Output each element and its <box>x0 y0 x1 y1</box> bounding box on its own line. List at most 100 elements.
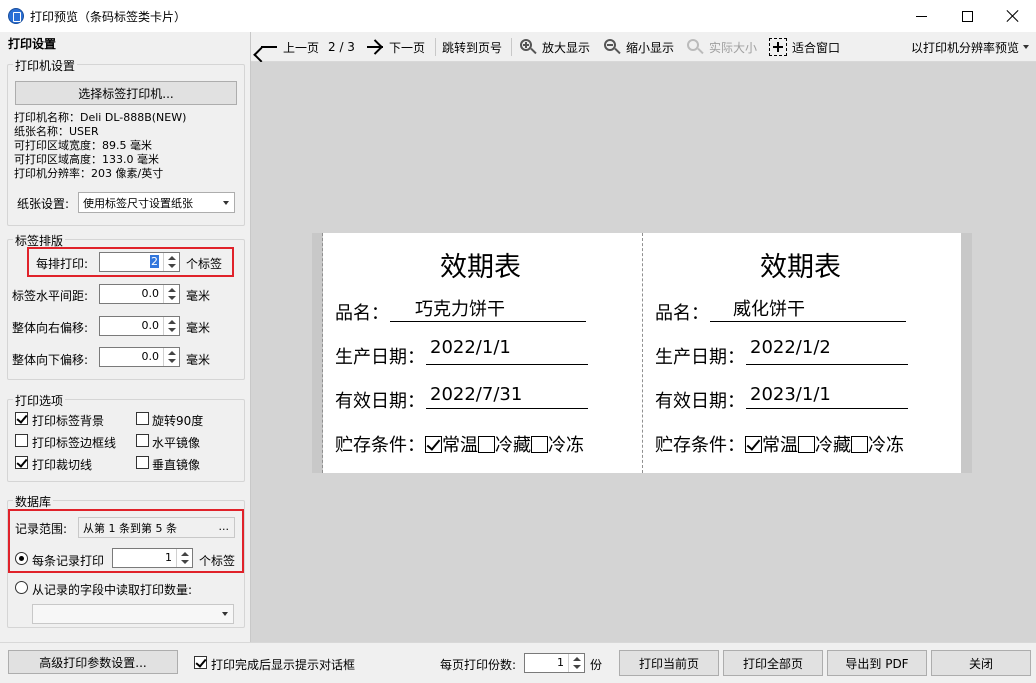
from-field-radio[interactable] <box>15 581 28 594</box>
rotate-90-label: 旋转90度 <box>152 414 204 428</box>
offset-down-spinner[interactable]: 0.0 <box>99 347 180 367</box>
actual-size-icon <box>686 38 704 56</box>
check-box-icon <box>425 436 442 453</box>
panel-title: 打印设置 <box>8 37 57 51</box>
h-spacing-value: 0.0 <box>141 287 160 300</box>
h-mirror-label: 水平镜像 <box>152 436 201 450</box>
underline <box>426 364 588 365</box>
print-background-checkbox[interactable] <box>15 412 28 425</box>
per-row-unit: 个标签 <box>186 257 223 271</box>
per-row-spin-arrows[interactable] <box>163 253 179 271</box>
check-box-icon <box>798 436 815 453</box>
printer-settings-label: 打印机设置 <box>13 57 78 74</box>
advanced-settings-button[interactable]: 高级打印参数设置... <box>8 650 178 674</box>
print-border-checkbox[interactable] <box>15 434 28 447</box>
zoom-out-button[interactable]: 缩小显示 <box>603 32 674 62</box>
rotate-90-checkbox[interactable] <box>136 412 149 425</box>
record-range-field[interactable]: 从第 1 条到第 5 条 ... <box>78 517 235 538</box>
print-all-button[interactable]: 打印全部页 <box>723 650 823 676</box>
print-current-button[interactable]: 打印当前页 <box>619 650 719 676</box>
export-pdf-button[interactable]: 导出到 PDF <box>827 650 927 676</box>
offset-right-value: 0.0 <box>141 319 160 332</box>
offset-down-label: 整体向下偏移: <box>12 353 89 367</box>
offset-right-spinner[interactable]: 0.0 <box>99 316 180 336</box>
offset-right-label: 整体向右偏移: <box>12 321 89 335</box>
copies-spinner[interactable]: 1 <box>524 653 585 673</box>
card-prod-value: 2022/1/1 <box>430 337 511 358</box>
per-record-unit: 个标签 <box>199 554 236 568</box>
cut-line <box>322 233 323 473</box>
card-exp-label: 有效日期： <box>335 391 425 412</box>
prev-page-button[interactable]: 上一页 <box>259 32 319 62</box>
offset-down-spin-arrows[interactable] <box>163 348 179 366</box>
underline <box>746 364 908 365</box>
card-name-label: 品名： <box>335 303 389 324</box>
v-mirror-checkbox[interactable] <box>136 456 149 469</box>
record-range-button[interactable]: ... <box>219 520 230 533</box>
fit-window-label: 适合窗口 <box>792 40 841 55</box>
prev-page-label: 上一页 <box>283 40 320 55</box>
print-options-label: 打印选项 <box>13 392 66 409</box>
arrow-left-icon <box>259 39 279 55</box>
card-exp-value: 2022/7/31 <box>430 384 523 405</box>
underline <box>426 408 588 409</box>
card-exp-label: 有效日期： <box>655 391 745 412</box>
underline <box>710 321 906 322</box>
per-record-radio[interactable] <box>15 552 28 565</box>
show-dialog-checkbox[interactable] <box>194 656 207 669</box>
underline <box>746 408 908 409</box>
store-opt-ambient: 常温 <box>762 435 798 456</box>
zoom-in-button[interactable]: 放大显示 <box>519 32 590 62</box>
h-spacing-label: 标签水平间距: <box>12 289 89 303</box>
fit-window-button[interactable]: 适合窗口 <box>769 32 840 62</box>
zoom-out-icon <box>603 38 621 56</box>
per-record-spin-arrows[interactable] <box>176 549 192 567</box>
close-button[interactable]: 关闭 <box>931 650 1031 676</box>
print-cut-line-checkbox[interactable] <box>15 456 28 469</box>
next-page-label: 下一页 <box>389 40 426 55</box>
goto-page-button[interactable]: 跳转到页号 <box>442 32 502 62</box>
store-opt-frozen: 冷冻 <box>548 435 584 456</box>
close-window-button[interactable] <box>990 0 1036 32</box>
preview-toolbar: 上一页 2 / 3 下一页 跳转到页号 放大显示 缩小显示 实际大小 适合窗口 … <box>251 32 1036 62</box>
print-border-label: 打印标签边框线 <box>32 436 117 450</box>
card-prod-value: 2022/1/2 <box>750 337 831 358</box>
zoom-in-icon <box>519 38 537 56</box>
card-name-value: 威化饼干 <box>733 299 805 320</box>
fit-window-icon <box>769 38 787 56</box>
offset-right-spin-arrows[interactable] <box>163 317 179 335</box>
offset-down-unit: 毫米 <box>186 353 211 367</box>
check-box-icon <box>531 436 548 453</box>
card-store-label: 贮存条件： <box>335 435 425 456</box>
h-spacing-spin-arrows[interactable] <box>163 285 179 303</box>
copies-value: 1 <box>557 656 564 669</box>
database-label: 数据库 <box>13 493 54 510</box>
h-mirror-checkbox[interactable] <box>136 434 149 447</box>
store-opt-ambient: 常温 <box>442 435 478 456</box>
from-field-select[interactable] <box>32 604 234 624</box>
preview-mode-dropdown[interactable]: 以打印机分辨率预览 <box>911 32 1030 62</box>
printer-resolution-info: 打印机分辨率：203 像素/英寸 <box>14 167 164 180</box>
card-name-value: 巧克力饼干 <box>415 299 505 320</box>
show-dialog-label: 打印完成后显示提示对话框 <box>211 658 356 672</box>
actual-size-label: 实际大小 <box>709 40 758 55</box>
app-icon <box>8 8 24 24</box>
select-printer-button[interactable]: 选择标签打印机... <box>15 81 237 105</box>
minimize-button[interactable] <box>898 0 944 32</box>
h-spacing-spinner[interactable]: 0.0 <box>99 284 180 304</box>
toolbar-separator <box>435 38 436 56</box>
check-box-icon <box>745 436 762 453</box>
per-record-spinner[interactable]: 1 <box>112 548 193 568</box>
chevron-down-icon <box>223 200 229 205</box>
per-row-spinner[interactable]: 2 <box>99 252 180 272</box>
offset-down-value: 0.0 <box>141 350 160 363</box>
paper-setting-select[interactable]: 使用标签尺寸设置纸张 <box>78 192 235 213</box>
card-name-label: 品名： <box>655 303 709 324</box>
next-page-button[interactable]: 下一页 <box>365 32 425 62</box>
page-indicator: 2 / 3 <box>328 40 355 54</box>
print-background-label: 打印标签背景 <box>32 414 105 428</box>
maximize-button[interactable] <box>944 0 990 32</box>
copies-spin-arrows[interactable] <box>568 654 584 672</box>
print-width-info: 可打印区域宽度：89.5 毫米 <box>14 139 152 152</box>
actual-size-button[interactable]: 实际大小 <box>686 32 757 62</box>
